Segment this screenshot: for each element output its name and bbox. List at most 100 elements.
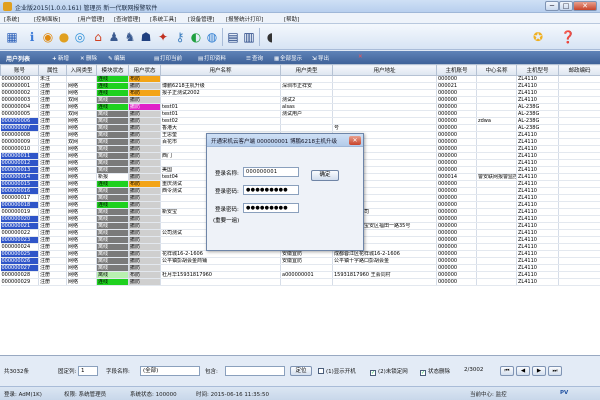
print-current-button[interactable]: ▤打印当前 bbox=[154, 54, 182, 62]
speaker-icon[interactable]: ◖ bbox=[262, 29, 278, 45]
table-row[interactable]: 000000006 注册 网络 离线 撤防 test02 000000 zdwa AL-238G bbox=[0, 117, 600, 125]
report-icon[interactable]: ▥ bbox=[241, 29, 257, 45]
table-row[interactable]: 000000026 注册 网络 离线 撤防 公平镇彭胡会金商铺 安徽宜防 公平镇十字路口彭胡会… bbox=[0, 257, 600, 265]
info-icon[interactable]: ℹ bbox=[24, 29, 40, 45]
menu-system[interactable]: [系统] bbox=[4, 15, 19, 23]
cell-acct: 000000017 bbox=[0, 194, 39, 202]
table-row[interactable]: 000000002 注册 网络 连线 布防 报子正测试2002 000000 ZL4110 bbox=[0, 89, 600, 97]
delete-button[interactable]: ✕删除 bbox=[80, 54, 97, 62]
earth-icon[interactable]: ◐ bbox=[188, 29, 204, 45]
film-icon[interactable]: ▤ bbox=[225, 29, 241, 45]
col-net-type[interactable]: 入网类型 bbox=[66, 64, 97, 76]
table-row[interactable]: 000000005 注册 双网 离线 撤防 test01 测试用户 000000 AL-238G bbox=[0, 110, 600, 118]
username-input[interactable]: 000000001 bbox=[243, 167, 299, 177]
prev-page-button[interactable]: ◀ bbox=[516, 366, 530, 376]
bell-icon[interactable]: ● bbox=[56, 29, 72, 45]
col-account[interactable]: 账号 bbox=[0, 64, 39, 76]
cell-model: ZL4110 bbox=[516, 138, 559, 146]
cell-net: 网络 bbox=[66, 222, 97, 230]
globe-icon[interactable]: ◎ bbox=[72, 29, 88, 45]
cell-center bbox=[476, 159, 517, 167]
cell-mod: 离线 bbox=[96, 131, 129, 139]
col-user-address[interactable]: 用户地址 bbox=[332, 64, 437, 76]
col-postcode[interactable]: 邮政编码 bbox=[558, 64, 600, 76]
cell-acct: 000000023 bbox=[0, 236, 39, 244]
close-panel-button[interactable]: ✕ bbox=[358, 54, 364, 60]
checkbox-checked-icon-2: ✓ bbox=[420, 370, 426, 376]
table-row[interactable]: 000000007 注册 网络 离线 撤防 香港大 号 000000 AL-238G bbox=[0, 124, 600, 132]
table-row[interactable]: 000000029 注册 网络 连线 撤防 000000 ZL4110 bbox=[0, 278, 600, 286]
field-name-select[interactable]: (全部) bbox=[140, 366, 200, 376]
maximize-button[interactable]: □ bbox=[559, 1, 573, 11]
table-row[interactable]: 000000000 未注 连线 布防 000000 ZL4110 bbox=[0, 75, 600, 83]
table-row[interactable]: 000000004 注册 网络 连线 撤防 test01 alsas 000000 AL-238… bbox=[0, 103, 600, 111]
alert-icon[interactable]: ✦ bbox=[155, 29, 171, 45]
cell-center bbox=[476, 271, 517, 279]
minimize-button[interactable]: ─ bbox=[545, 1, 559, 11]
cell-model: ZL4110 bbox=[516, 271, 559, 279]
ok-button[interactable]: 确定 bbox=[311, 170, 339, 181]
show-all-button[interactable]: ▦全部显示 bbox=[274, 54, 302, 62]
query-button[interactable]: ☰查询 bbox=[246, 54, 263, 62]
col-user-status[interactable]: 用户状态 bbox=[128, 64, 161, 76]
last-page-button[interactable]: ⏭ bbox=[548, 366, 562, 376]
col-user-type[interactable]: 用户类型 bbox=[280, 64, 333, 76]
network-icon[interactable]: ◍ bbox=[204, 29, 220, 45]
col-attribute[interactable]: 属性 bbox=[38, 64, 67, 76]
table-row[interactable]: 000000025 注册 网络 离线 撤防 花样城16-2-1606 安徽宜防 成都蓉江区花样… bbox=[0, 250, 600, 258]
toolbar: ▦ ℹ ◉ ● ◎ ⌂ ♟ ♞ ☗ ✦ ⚷ ◐ ◍ ▤ ▥ ◖ ✪ ❓ bbox=[0, 24, 600, 50]
grid-icon[interactable]: ▦ bbox=[4, 29, 20, 45]
menu-system-tools[interactable]: [系统工具] bbox=[150, 15, 176, 23]
confirm-password-input[interactable]: ●●●●●●●●● bbox=[243, 203, 299, 213]
toolbar-separator bbox=[222, 28, 223, 46]
print-records-button[interactable]: ▤打印资料 bbox=[198, 54, 226, 62]
password-input[interactable]: ●●●●●●●●● bbox=[243, 185, 299, 195]
col-user-name[interactable]: 用户名称 bbox=[160, 64, 281, 76]
locate-button[interactable]: 定位 bbox=[290, 366, 312, 376]
help-icon[interactable]: ❓ bbox=[560, 29, 576, 45]
edit-button[interactable]: ✎编辑 bbox=[108, 54, 125, 62]
cell-host: 000000 bbox=[436, 159, 477, 167]
unlocked-checkbox[interactable]: ✓ (2)未锁定网 bbox=[370, 367, 408, 376]
menu-control-panel[interactable]: [控制面板] bbox=[34, 15, 60, 23]
table-row[interactable]: 000000027 注册 网络 离线 撤防 000000 ZL4110 bbox=[0, 264, 600, 272]
dialog-close-button[interactable]: ✕ bbox=[349, 136, 361, 145]
menu-user-management[interactable]: [用户管理] bbox=[78, 15, 104, 23]
fixed-col-select[interactable]: 1 bbox=[78, 366, 98, 376]
cell-attr: 注册 bbox=[38, 152, 67, 160]
cell-model: ZL4110 bbox=[516, 159, 559, 167]
cell-acct: 000000006 bbox=[0, 117, 39, 125]
cell-postcode bbox=[558, 271, 600, 279]
contains-input[interactable] bbox=[225, 366, 285, 376]
first-page-button[interactable]: ⏮ bbox=[500, 366, 514, 376]
cell-mod: 离线 bbox=[96, 194, 129, 202]
next-page-button[interactable]: ▶ bbox=[532, 366, 546, 376]
menu-device-management[interactable]: [设备管理] bbox=[188, 15, 214, 23]
close-button[interactable]: ✕ bbox=[573, 1, 597, 11]
add-button[interactable]: +新增 bbox=[52, 54, 69, 62]
group-icon[interactable]: ☗ bbox=[138, 29, 154, 45]
home-icon[interactable]: ⌂ bbox=[90, 29, 106, 45]
users-icon[interactable]: ♞ bbox=[122, 29, 138, 45]
cell-ust: 撤防 bbox=[128, 215, 161, 223]
alarm-icon[interactable]: ◉ bbox=[40, 29, 56, 45]
show-online-checkbox[interactable]: (1)显示开机 bbox=[318, 367, 356, 375]
menu-alarm-stats-print[interactable]: [报警统计打印] bbox=[226, 15, 263, 23]
lightbulb-icon[interactable]: ✪ bbox=[530, 29, 546, 45]
table-row[interactable]: 000000001 注册 网络 连线 撤防 博鹏6218主机升级 深圳市正祥安 000021 Z… bbox=[0, 82, 600, 90]
col-center-name[interactable]: 中心名称 bbox=[476, 64, 517, 76]
col-host-model[interactable]: 主机型号 bbox=[516, 64, 559, 76]
col-host-account[interactable]: 主机账号 bbox=[436, 64, 477, 76]
export-button[interactable]: ⇲导出 bbox=[312, 54, 329, 62]
menu-query-management[interactable]: [查询管理] bbox=[114, 15, 140, 23]
table-row[interactable]: 000000028 注册 网络 离线 布防 杜月华15931817960 a00000000… bbox=[0, 271, 600, 279]
col-module-status[interactable]: 模块状态 bbox=[96, 64, 129, 76]
key-icon[interactable]: ⚷ bbox=[172, 29, 188, 45]
cell-postcode bbox=[558, 173, 600, 181]
status-delete-checkbox[interactable]: ✓ 状态删除 bbox=[420, 367, 450, 376]
person-icon[interactable]: ♟ bbox=[106, 29, 122, 45]
cell-addr: 号 bbox=[332, 124, 437, 132]
menu-help[interactable]: [帮助] bbox=[284, 15, 299, 23]
cell-mod: 离线 bbox=[96, 250, 129, 258]
table-row[interactable]: 000000003 注册 双网 离线 撤防 测试2 000000 ZL4110 bbox=[0, 96, 600, 104]
